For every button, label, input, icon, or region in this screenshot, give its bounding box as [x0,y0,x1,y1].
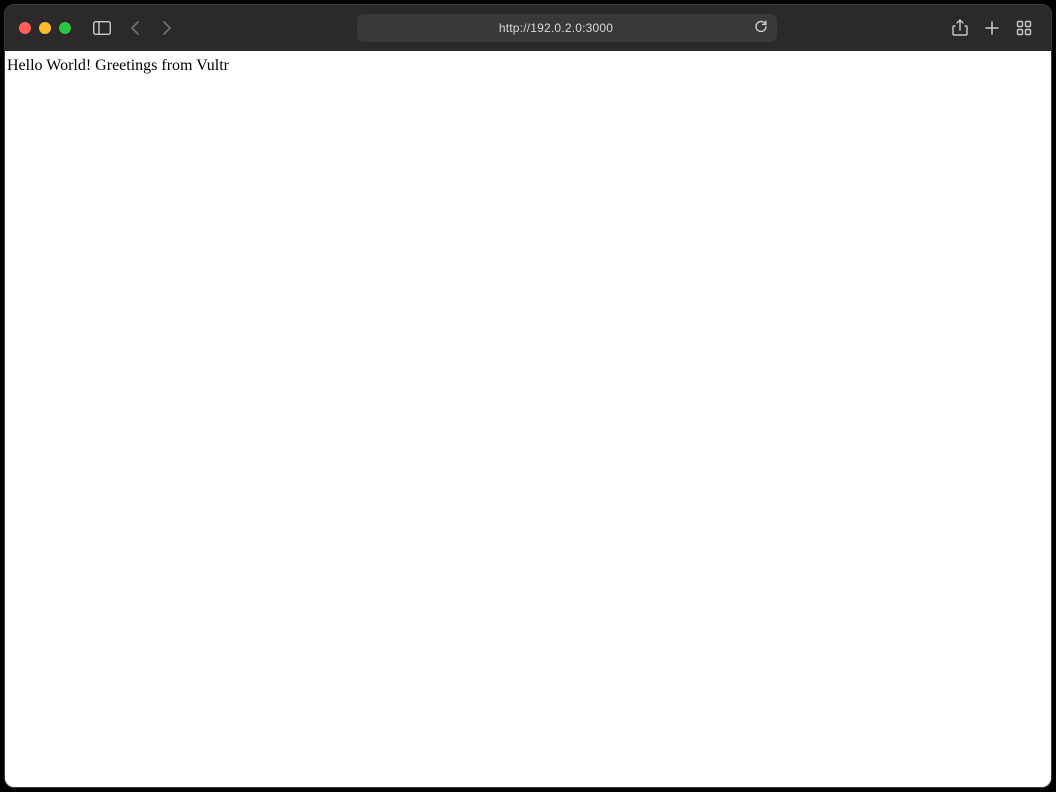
address-bar-container: http://192.0.2.0:3000 [357,14,777,42]
page-body: Hello World! Greetings from Vultr [5,51,1051,81]
toolbar-right-group [947,15,1037,41]
plus-icon [984,20,1000,36]
sidebar-toggle-button[interactable] [89,15,115,41]
share-icon [952,19,968,37]
browser-window: http://192.0.2.0:3000 [4,4,1052,788]
tab-overview-button[interactable] [1011,15,1037,41]
browser-toolbar: http://192.0.2.0:3000 [5,5,1051,51]
back-button[interactable] [123,15,149,41]
reload-icon [754,20,768,37]
zoom-window-button[interactable] [59,22,71,34]
minimize-window-button[interactable] [39,22,51,34]
close-window-button[interactable] [19,22,31,34]
address-bar[interactable]: http://192.0.2.0:3000 [357,14,777,42]
address-url: http://192.0.2.0:3000 [369,21,743,35]
page-text: Hello World! Greetings from Vultr [7,57,229,74]
grid-icon [1016,20,1032,36]
new-tab-button[interactable] [979,15,1005,41]
share-button[interactable] [947,15,973,41]
page-viewport[interactable]: Hello World! Greetings from Vultr [5,51,1051,787]
window-controls [19,22,71,34]
reload-button[interactable] [751,18,771,38]
sidebar-icon [93,21,111,35]
chevron-left-icon [130,21,142,35]
forward-button[interactable] [153,15,179,41]
navigation-buttons [123,15,179,41]
chevron-right-icon [160,21,172,35]
